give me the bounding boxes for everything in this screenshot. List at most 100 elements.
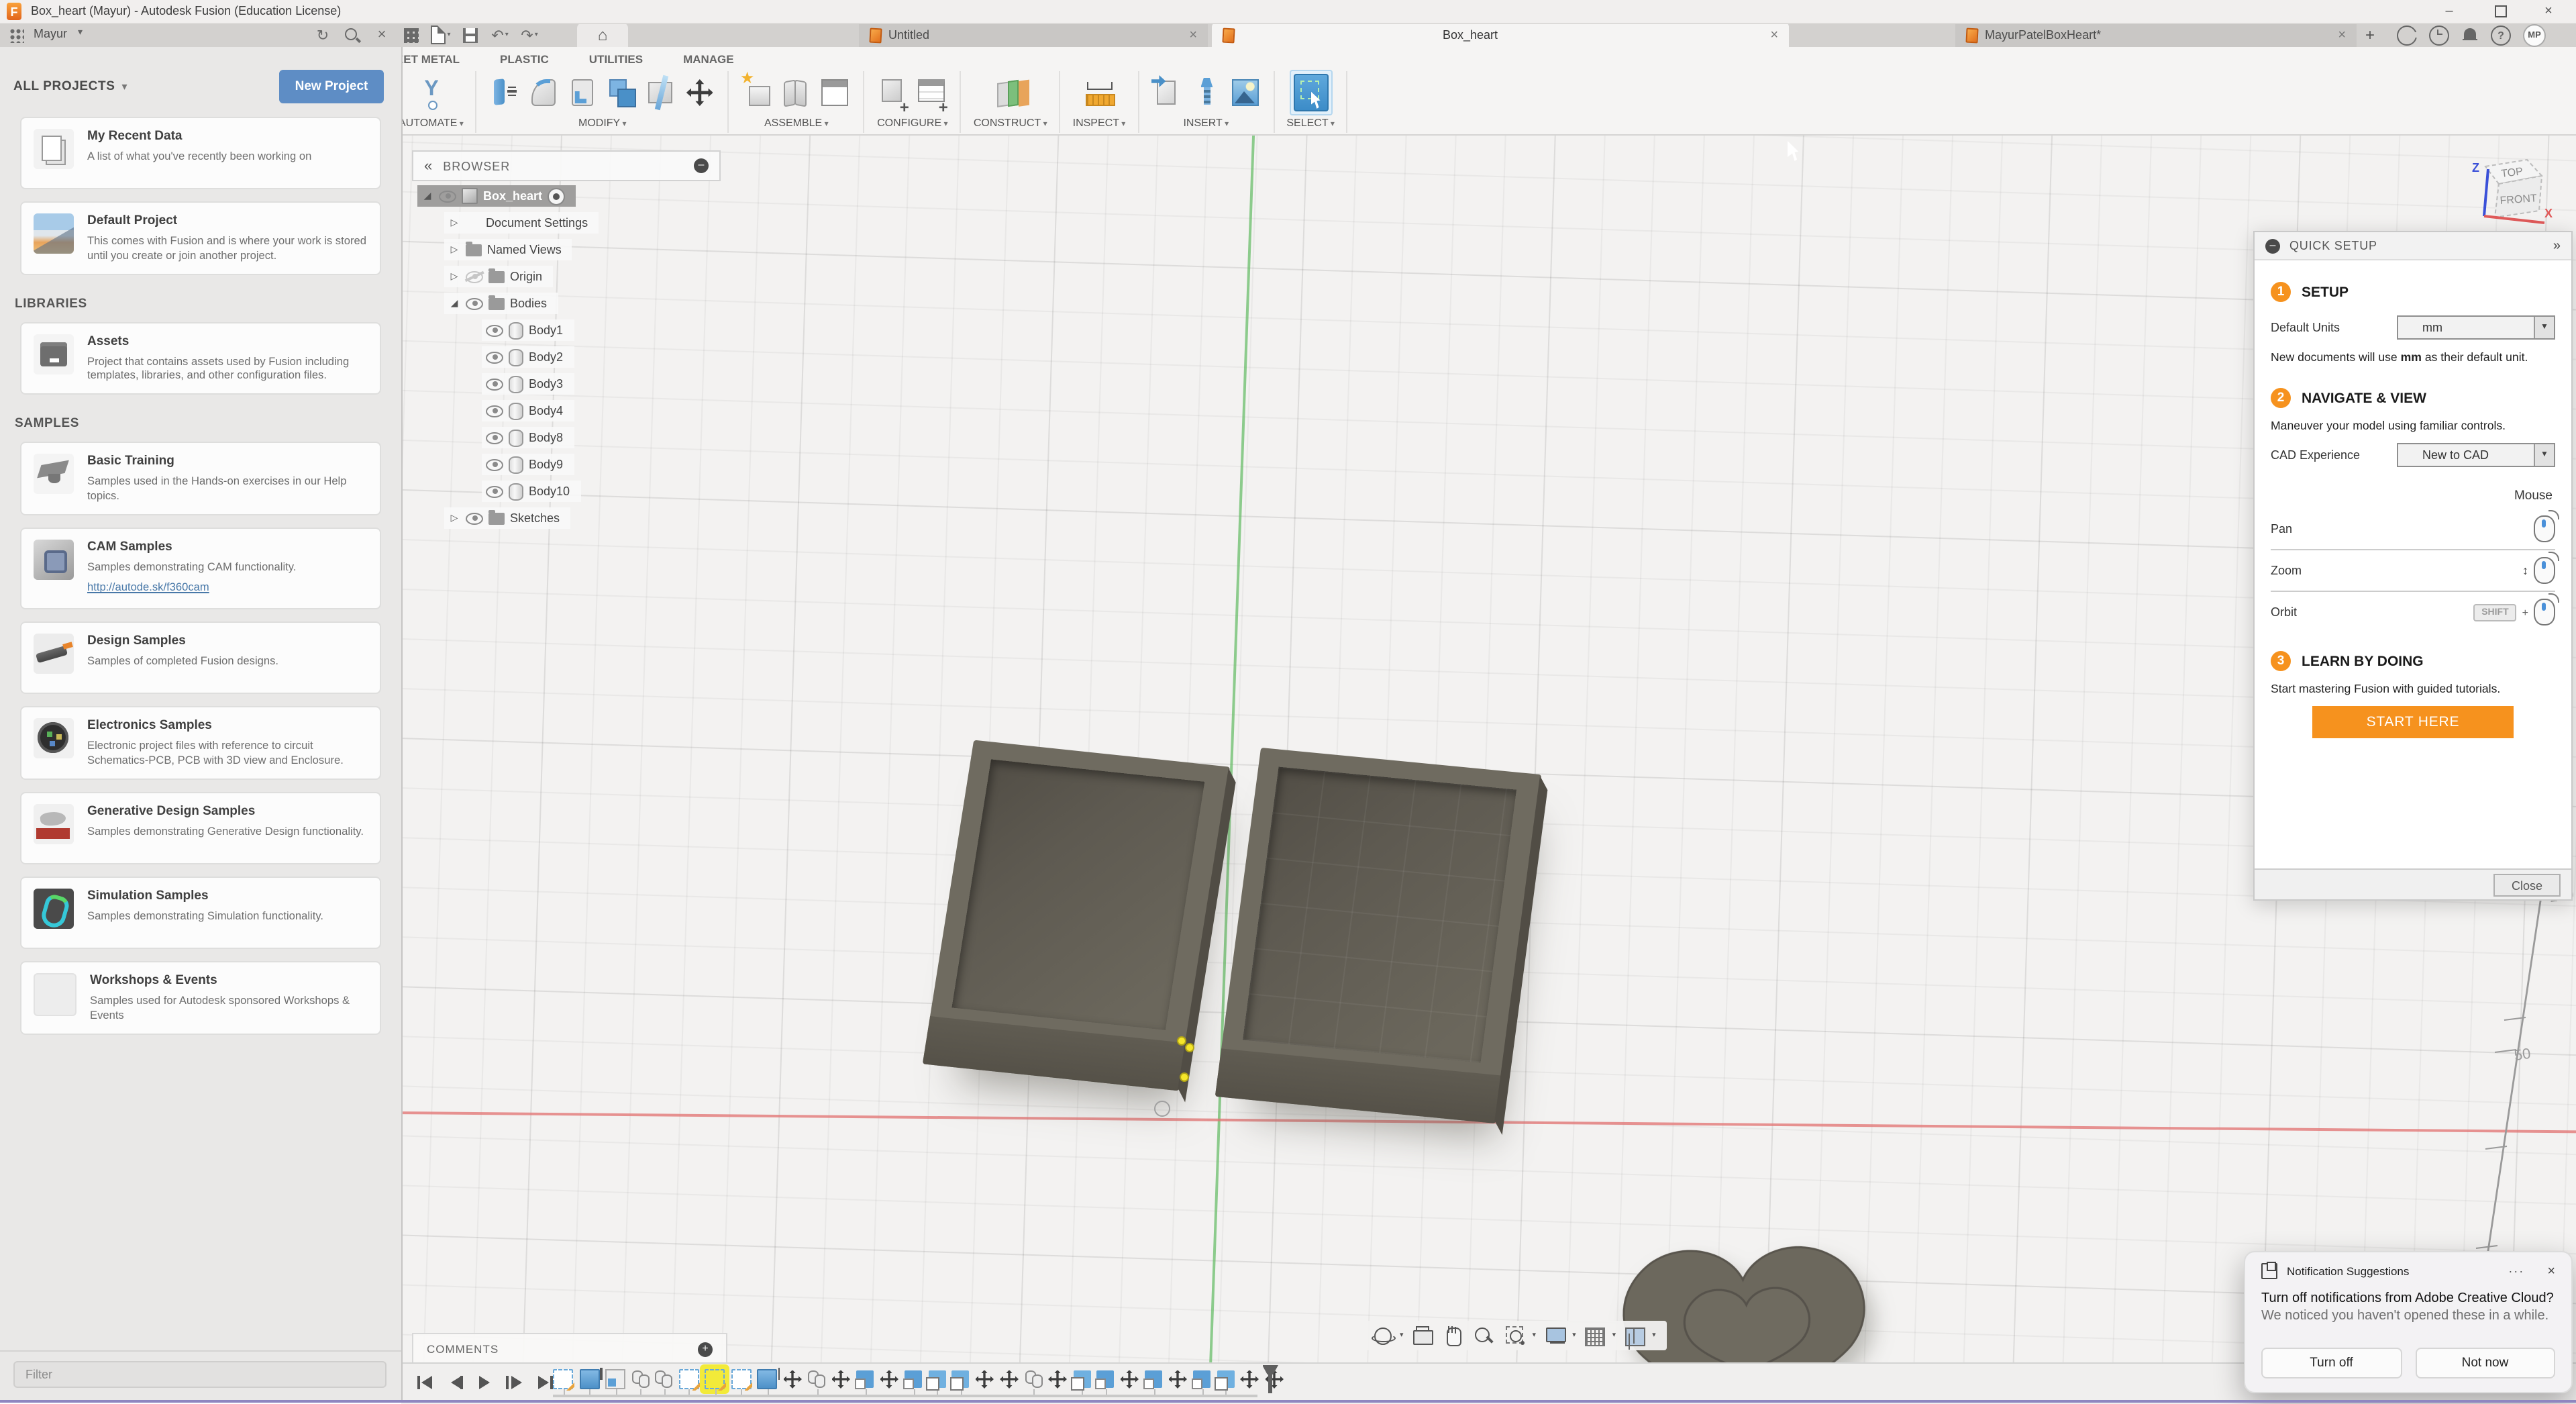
close-button[interactable]: Close (2493, 874, 2561, 897)
sync-icon[interactable]: ↻ (313, 25, 333, 45)
joint-tool-icon[interactable] (780, 75, 813, 110)
timeline-feature-move-29[interactable] (1240, 1370, 1259, 1389)
ribbon-group-label[interactable]: INSPECT ▾ (1073, 117, 1126, 129)
activate-component-radio[interactable] (548, 187, 565, 205)
timeline-feature-newbody-17[interactable] (951, 1370, 969, 1388)
script-tool-icon[interactable] (415, 75, 447, 110)
timeline-feature-sketch-6[interactable] (678, 1369, 699, 1389)
sketch-point[interactable] (1177, 1036, 1186, 1046)
viewport-3d[interactable]: 100 50 TOP FRONT Z X (401, 134, 2576, 1362)
job-status-icon[interactable] (2429, 25, 2449, 45)
ribbon-group-label[interactable]: CONSTRUCT ▾ (974, 117, 1047, 129)
start-here-button[interactable]: START HERE (2312, 706, 2514, 738)
visibility-eye-icon[interactable] (486, 432, 503, 444)
expanded-arrow-icon[interactable]: ◢ (421, 191, 433, 201)
project-card[interactable]: Default ProjectThis comes with Fusion an… (20, 201, 381, 274)
toast-button-not-now[interactable]: Not now (2415, 1348, 2555, 1378)
project-card[interactable]: Design SamplesSamples of completed Fusio… (20, 622, 381, 695)
timeline-feature-newbody-28[interactable] (1217, 1370, 1234, 1388)
apps-grid-icon[interactable] (401, 25, 421, 45)
document-tab-1[interactable]: Untitled× (859, 23, 1208, 47)
visibility-eye-icon[interactable] (439, 190, 456, 202)
card-link[interactable]: http://autode.sk/f360cam (87, 581, 209, 594)
timeline-feature-sketch-1[interactable] (553, 1369, 573, 1389)
timeline-feature-shell-3[interactable] (605, 1369, 625, 1389)
timeline-feature-combine-25[interactable] (1145, 1370, 1162, 1388)
browser-item-body1[interactable]: Body1 (412, 319, 721, 346)
timeline-feature-move-19[interactable] (1000, 1370, 1019, 1389)
ribbon-group-label[interactable]: CONFIGURE ▾ (877, 117, 947, 129)
window-close-button[interactable]: × (2531, 0, 2566, 23)
browser-item-document-settings[interactable]: ▷Document Settings (412, 212, 721, 239)
timeline-feature-move-21[interactable] (1048, 1370, 1067, 1389)
timeline-feature-combine-27[interactable] (1193, 1370, 1210, 1388)
browser-item-body3[interactable]: Body3 (412, 373, 721, 400)
split-tool-icon[interactable] (645, 75, 677, 110)
look-at-icon[interactable] (1412, 1324, 1435, 1347)
visibility-eye-icon[interactable] (486, 405, 503, 417)
panel-expand-icon[interactable]: » (2553, 238, 2561, 253)
search-icon[interactable] (342, 25, 362, 45)
collapsed-arrow-icon[interactable]: ▷ (448, 217, 460, 228)
timeline-skip-end-button[interactable] (535, 1374, 553, 1391)
timeline-feature-copy-20[interactable] (1025, 1370, 1042, 1388)
project-card[interactable]: My Recent DataA list of what you've rece… (20, 117, 381, 189)
timeline-feature-extrude-2[interactable] (579, 1369, 599, 1389)
zoom-icon[interactable] (1474, 1324, 1496, 1347)
browser-item-body4[interactable]: Body4 (412, 400, 721, 427)
default-units-dropdown[interactable]: mm▼ (2397, 315, 2555, 340)
tab-close-icon[interactable]: × (2338, 28, 2346, 42)
timeline-feature-copy-5[interactable] (655, 1370, 672, 1388)
bom-tool-icon[interactable] (819, 75, 852, 110)
project-card[interactable]: Workshops & EventsSamples used for Autod… (20, 961, 381, 1034)
timeline-feature-move-18[interactable] (975, 1370, 994, 1389)
visibility-eye-icon[interactable] (486, 485, 503, 497)
toast-button-turn-off[interactable]: Turn off (2261, 1348, 2402, 1378)
redo-icon[interactable]: ↷▾ (519, 25, 539, 45)
ribbon-group-label[interactable]: MODIFY ▾ (578, 117, 627, 129)
configuration-tool-icon[interactable] (877, 75, 909, 110)
collapse-panel-icon[interactable]: « (424, 158, 432, 174)
save-icon[interactable] (460, 25, 480, 45)
display-settings-icon[interactable] (1544, 1324, 1567, 1347)
timeline-feature-combine-15[interactable] (905, 1370, 922, 1388)
pan-icon[interactable] (1443, 1324, 1465, 1347)
ribbon-tab-plastic[interactable]: PLASTIC (497, 50, 552, 71)
projects-header[interactable]: ALL PROJECTS▾ (13, 79, 127, 94)
new-document-tab-button[interactable]: + (2359, 24, 2381, 46)
combine-tool-icon[interactable] (606, 75, 638, 110)
document-tab-3[interactable]: MayurPatelBoxHeart*× (1955, 23, 2357, 47)
window-minimize-button[interactable]: – (2432, 0, 2467, 23)
timeline-feature-combine-23[interactable] (1096, 1370, 1114, 1388)
timeline-feature-copy-4[interactable] (631, 1370, 649, 1388)
undo-icon[interactable]: ↶▾ (490, 25, 510, 45)
measure-tool-icon[interactable] (1083, 75, 1115, 110)
new-project-button[interactable]: New Project (279, 70, 384, 103)
browser-options-icon[interactable]: – (694, 158, 709, 173)
ribbon-group-label[interactable]: ASSEMBLE ▾ (764, 117, 829, 129)
project-card[interactable]: Basic TrainingSamples used in the Hands-… (20, 442, 381, 515)
grid-settings-icon[interactable] (1584, 1324, 1607, 1347)
browser-item-origin[interactable]: ▷Origin (412, 266, 721, 293)
project-card[interactable]: Simulation SamplesSamples demonstrating … (20, 876, 381, 949)
select-tool-icon[interactable] (1293, 74, 1328, 111)
timeline-feature-newbody-16[interactable] (928, 1370, 945, 1388)
timeline-feature-sketch-7[interactable] (705, 1369, 725, 1389)
timeline-feature-combine-13[interactable] (856, 1370, 874, 1388)
timeline-feature-move-24[interactable] (1120, 1370, 1139, 1389)
document-tab-2[interactable]: Box_heart× (1212, 23, 1789, 47)
browser-item-body2[interactable]: Body2 (412, 346, 721, 373)
zoom-window-icon[interactable] (1504, 1324, 1527, 1347)
timeline-feature-move-26[interactable] (1168, 1370, 1187, 1389)
visibility-eye-icon[interactable] (466, 270, 483, 283)
sketch-circle[interactable] (1154, 1101, 1170, 1117)
new-file-icon[interactable]: ▾ (431, 25, 451, 45)
data-panel-toggle-icon[interactable] (9, 28, 24, 43)
timeline-feature-extrude-9[interactable] (757, 1369, 777, 1389)
browser-header[interactable]: « BROWSER – (412, 150, 721, 181)
ribbon-group-label[interactable]: AUTOMATE ▾ (399, 117, 464, 129)
active-workspace-user[interactable]: Mayur (34, 27, 67, 40)
visibility-eye-icon[interactable] (486, 458, 503, 470)
insert-derive-tool-icon[interactable] (1151, 75, 1183, 110)
plane-tool-icon[interactable] (994, 75, 1027, 110)
